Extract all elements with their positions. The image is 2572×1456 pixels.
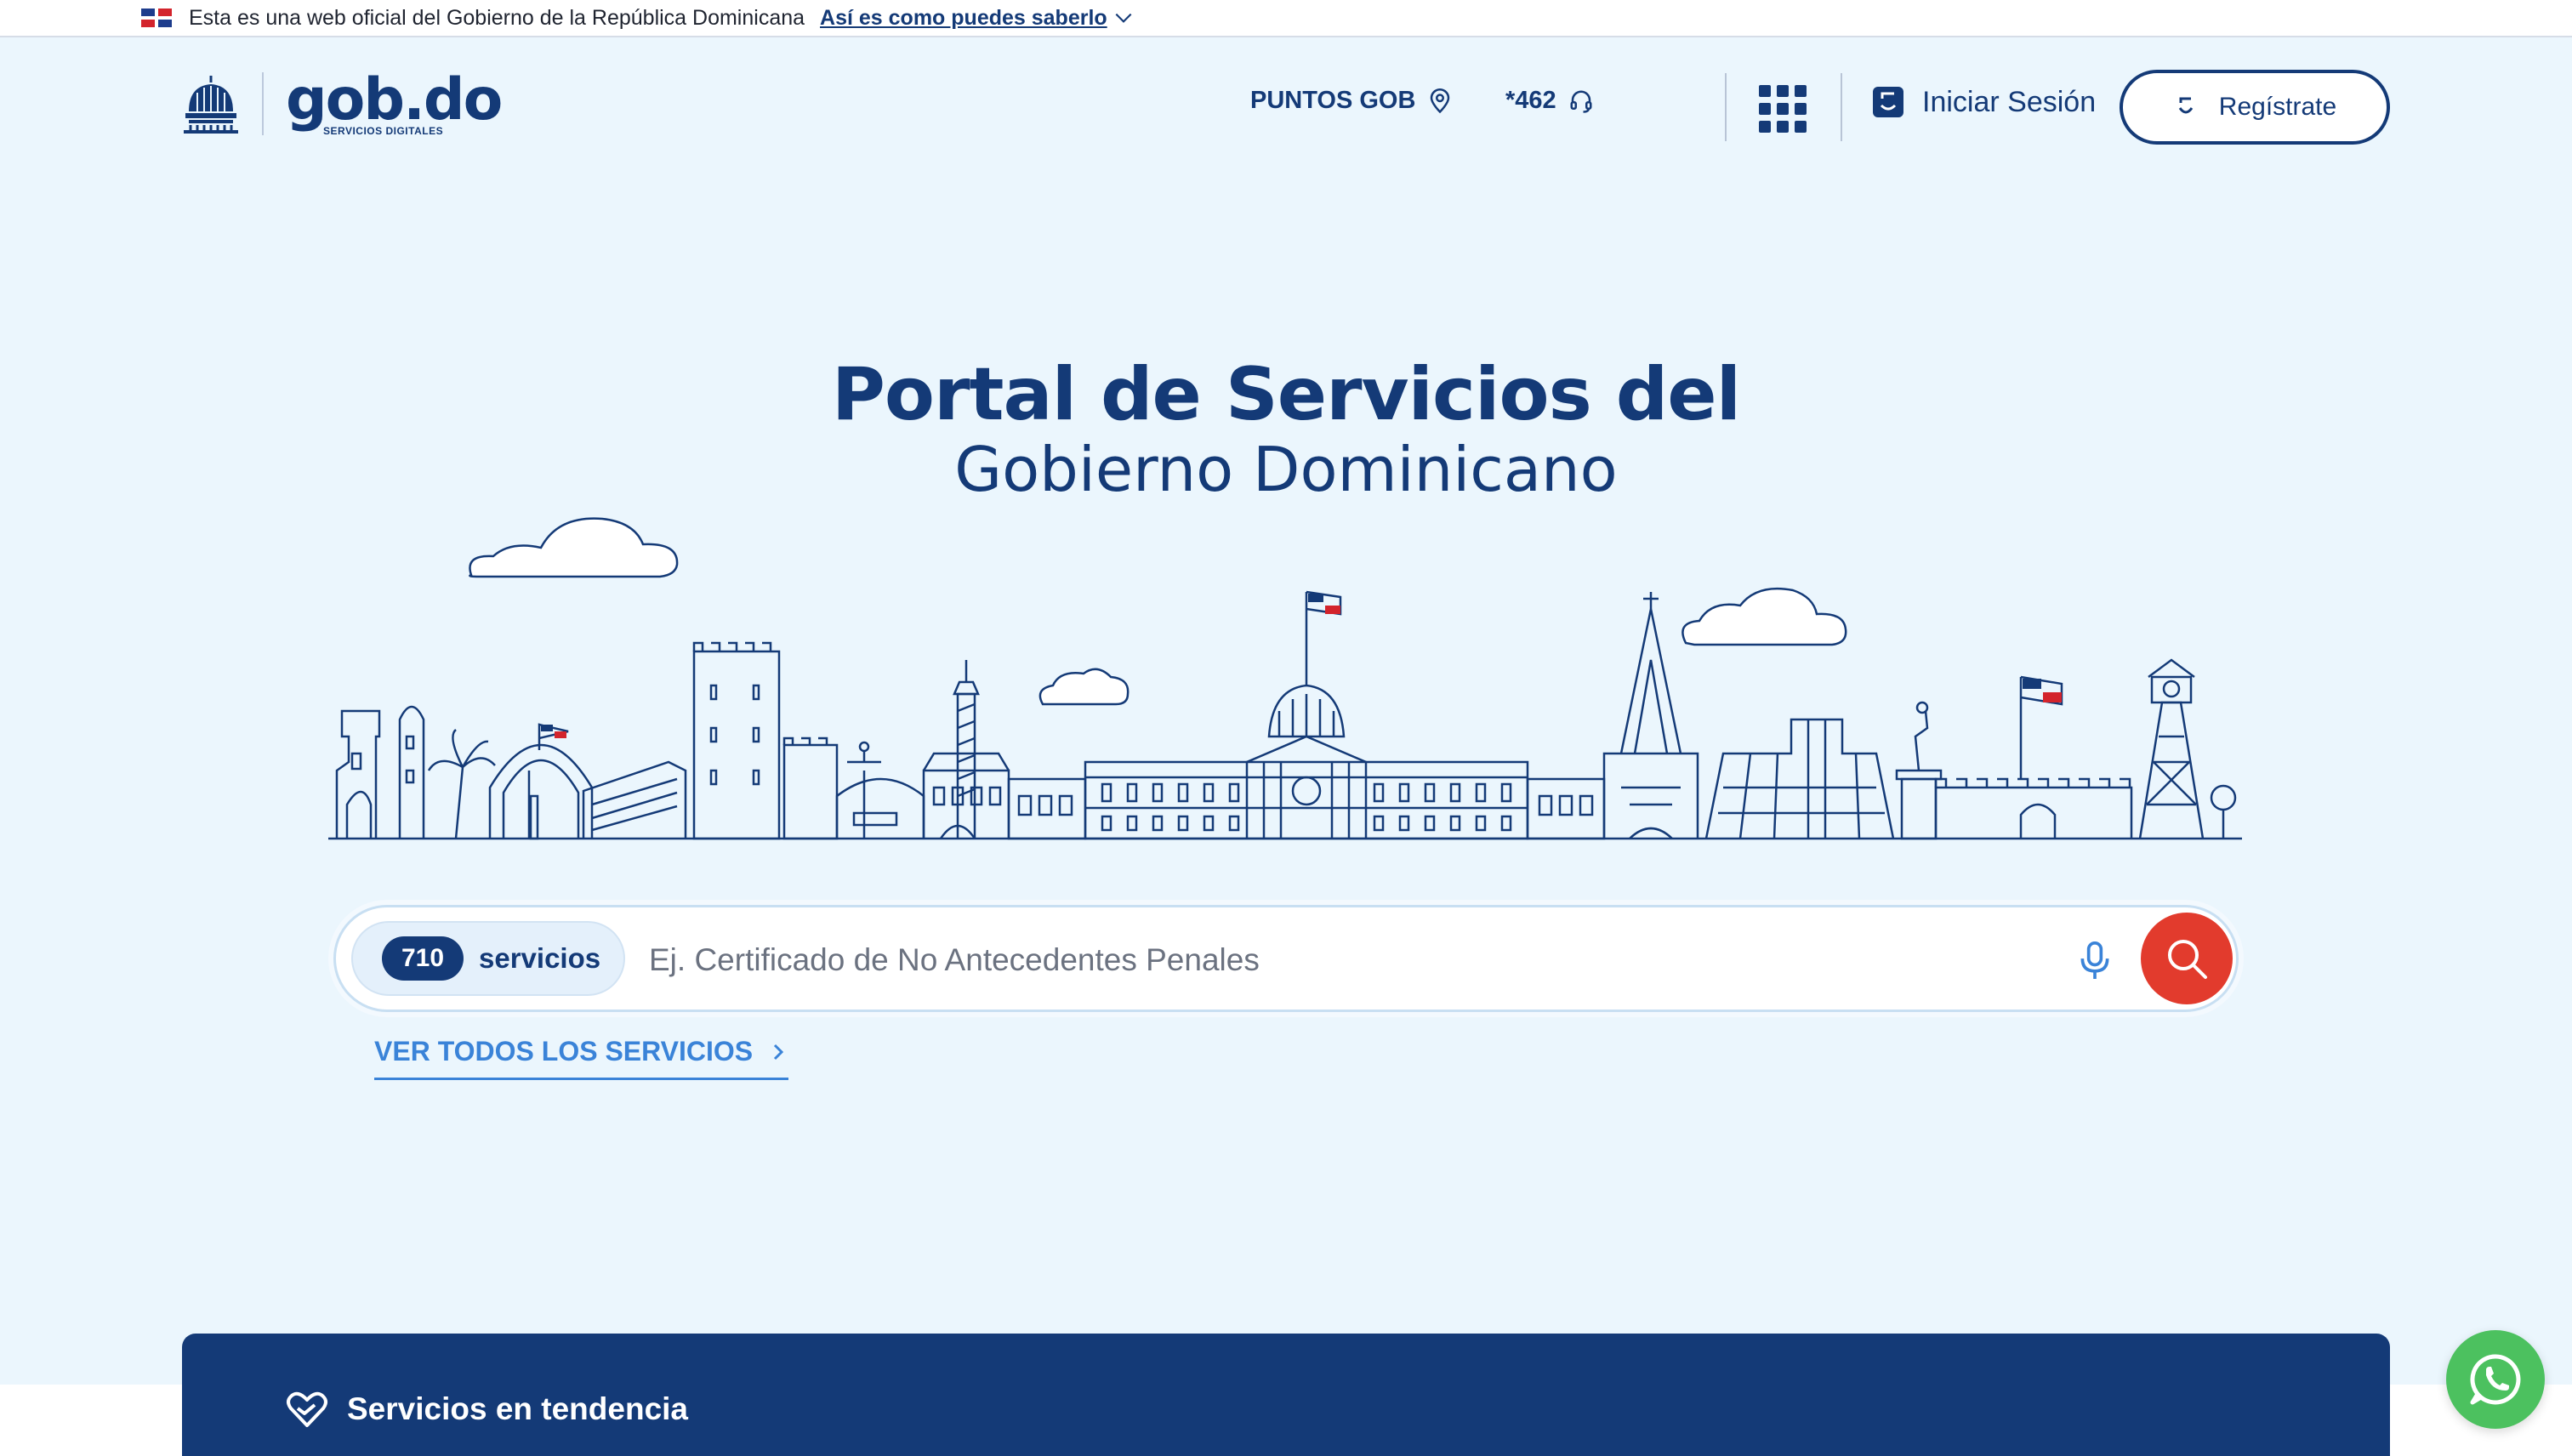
- phone-462-link[interactable]: *462: [1505, 87, 1594, 115]
- login-label: Iniciar Sesión: [1922, 85, 2097, 118]
- user-icon: [2178, 97, 2194, 114]
- services-count-label: servicios: [479, 942, 601, 974]
- puntos-gob-label: PUNTOS GOB: [1250, 87, 1416, 114]
- register-label: Regístrate: [2218, 93, 2337, 121]
- hero-title-line1: Portal de Servicios del: [831, 352, 1741, 437]
- header-divider: [1841, 73, 1842, 141]
- register-button[interactable]: Regístrate: [2120, 70, 2390, 145]
- site-logo[interactable]: gob.do SERVICIOS DIGITALES: [180, 66, 503, 137]
- dome-logo-icon: [184, 76, 238, 134]
- trending-title: Servicios en tendencia: [347, 1391, 689, 1426]
- login-button[interactable]: Iniciar Sesión: [1871, 85, 2096, 119]
- service-search-bar: 710 servicios: [333, 905, 2239, 1012]
- heart-hand-icon: [287, 1391, 327, 1427]
- see-all-services-link[interactable]: VER TODOS LOS SERVICIOS: [374, 1036, 789, 1080]
- puntos-gob-link[interactable]: PUNTOS GOB: [1250, 87, 1453, 115]
- header-divider: [1725, 73, 1727, 141]
- whatsapp-icon: [2470, 1354, 2521, 1405]
- search-input[interactable]: [649, 928, 2146, 992]
- headset-icon: [1570, 90, 1592, 113]
- trending-header: Servicios en tendencia: [286, 1390, 688, 1429]
- dominican-flag-icon: [141, 9, 172, 27]
- logo-brand: gob.do: [286, 66, 503, 134]
- search-icon: [2168, 940, 2207, 979]
- search-button[interactable]: [2141, 913, 2233, 1004]
- main-header: gob.do SERVICIOS DIGITALES PUNTOS GOB *4…: [0, 39, 2572, 175]
- whatsapp-button[interactable]: [2446, 1330, 2545, 1429]
- chevron-right-icon: [774, 1044, 784, 1060]
- logo-divider: [262, 72, 264, 135]
- see-all-label: VER TODOS LOS SERVICIOS: [374, 1036, 754, 1066]
- location-pin-icon: [1431, 88, 1450, 113]
- apps-grid-icon[interactable]: [1759, 85, 1807, 133]
- chevron-down-icon[interactable]: [1112, 7, 1135, 29]
- official-banner: Esta es una web oficial del Gobierno de …: [0, 0, 2572, 37]
- services-count-badge: 710: [382, 936, 464, 981]
- phone-label: *462: [1505, 87, 1556, 114]
- official-text: Esta es una web oficial del Gobierno de …: [189, 5, 805, 30]
- microphone-icon[interactable]: [2076, 940, 2114, 981]
- santo-domingo-skyline-illustration: [328, 517, 2242, 840]
- trending-services-section: Servicios en tendencia: [182, 1334, 2390, 1456]
- login-icon: [1873, 87, 1903, 117]
- services-count-pill: 710 servicios: [351, 921, 625, 996]
- how-to-know-link[interactable]: Así es como puedes saberlo: [820, 6, 1107, 31]
- logo-subtitle: SERVICIOS DIGITALES: [323, 125, 444, 137]
